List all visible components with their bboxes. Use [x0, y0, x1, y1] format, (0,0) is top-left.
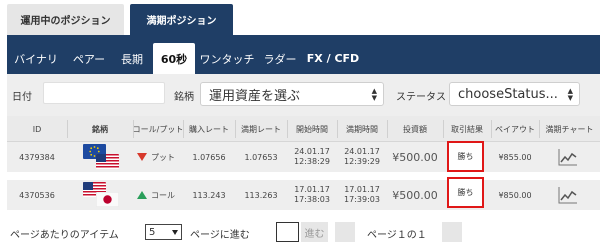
chart-icon[interactable]: [558, 148, 578, 166]
asset-select-value: 運用資産を選ぶ: [209, 88, 301, 104]
start-time: 24.01.17 12:38:29: [287, 142, 337, 172]
nav-pairs[interactable]: ペアー: [67, 43, 111, 74]
direction-cell: プット: [137, 142, 187, 172]
per-page-value: 5: [149, 226, 156, 238]
expiry-date: 24.01.17: [344, 147, 380, 156]
direction-cell: コール: [137, 180, 187, 210]
col-asset: 銘柄: [92, 124, 108, 134]
buy-rate: 113.243: [192, 190, 226, 200]
per-page-select[interactable]: 5: [145, 224, 182, 240]
up-arrow-icon: [137, 191, 147, 199]
date-label: 日付: [12, 92, 32, 103]
row-id: 4379384: [19, 152, 55, 162]
nav-binary[interactable]: バイナリ: [10, 43, 62, 74]
nav-one-touch[interactable]: ワンタッチ: [197, 43, 257, 74]
select-arrows-icon: ▲ ▼: [371, 87, 377, 102]
per-page-label: ページあたりのアイテム: [10, 230, 119, 241]
expiry-date: 17.01.17: [344, 185, 380, 194]
us-flag-icon: [96, 154, 119, 169]
expiry-rate: 1.07653: [244, 152, 278, 162]
expiry-time: 24.01.17 12:39:29: [337, 142, 387, 172]
col-direction: コール/プット: [132, 124, 184, 134]
prev-page-button[interactable]: [335, 222, 355, 242]
nav-long-term[interactable]: 長期: [114, 43, 150, 74]
date-input[interactable]: [43, 82, 165, 104]
table-row: 4379384 プット 1.07656 1.07653 24.01.17 12:…: [7, 141, 600, 172]
start-clock: 17:38:03: [294, 195, 330, 204]
start-time: 17.01.17 17:38:03: [287, 180, 337, 210]
amount: ¥500.00: [392, 150, 438, 164]
direction-text: プット: [151, 152, 175, 162]
start-clock: 12:38:29: [294, 157, 330, 166]
next-page-button[interactable]: [442, 222, 462, 242]
expiry-rate: 113.263: [244, 190, 278, 200]
start-date: 17.01.17: [294, 185, 330, 194]
jp-flag-icon: [96, 192, 119, 207]
col-chart: 満期チャート: [545, 124, 594, 134]
currency-pair: [83, 182, 119, 208]
top-tabs: 運用中のポジション 満期ポジション: [0, 0, 600, 35]
buy-rate: 1.07656: [192, 152, 226, 162]
col-amount: 投資額: [403, 124, 427, 134]
tab-open-positions[interactable]: 運用中のポジション: [7, 4, 124, 35]
nav-fx-cfd[interactable]: FX / CFD: [305, 43, 361, 74]
result-badge: 勝ち: [447, 177, 484, 208]
tab-expired-positions[interactable]: 満期ポジション: [130, 4, 233, 35]
row-id: 4370536: [19, 190, 55, 200]
expiry-clock: 17:39:03: [344, 195, 380, 204]
col-expiry-rate: 満期レート: [241, 124, 281, 134]
payout: ¥850.00: [498, 190, 532, 200]
page-info: ページ１の１: [367, 230, 427, 241]
down-arrow-icon: [137, 153, 147, 161]
status-select-value: chooseStatus...: [458, 86, 558, 102]
currency-pair: [83, 144, 119, 170]
nav-ladder[interactable]: ラダー: [259, 43, 301, 74]
asset-label: 銘柄: [174, 92, 194, 103]
nav-60sec[interactable]: 60秒: [153, 43, 195, 74]
table-row: 4370536 コール 113.243 113.263 17.01.17 17:…: [7, 177, 600, 210]
col-result: 取引結果: [451, 124, 483, 134]
start-date: 24.01.17: [294, 147, 330, 156]
payout: ¥855.00: [498, 152, 532, 162]
asset-select[interactable]: 運用資産を選ぶ ▲ ▼: [200, 82, 384, 106]
goto-label: ページに進む: [190, 230, 250, 241]
col-buy-rate: 購入レート: [189, 124, 229, 134]
option-type-nav: バイナリ ペアー 長期 60秒 ワンタッチ ラダー FX / CFD: [7, 35, 600, 74]
amount: ¥500.00: [392, 188, 438, 202]
col-id: ID: [32, 124, 42, 134]
page-number-input[interactable]: [276, 222, 299, 242]
col-expiry-time: 満期時間: [346, 124, 378, 134]
pagination-bar: ページあたりのアイテム 5 ページに進む 進む ページ１の１: [7, 210, 600, 252]
table-header: ID 銘柄 コール/プット 購入レート 満期レート 開始時間 満期時間 投資額 …: [7, 116, 600, 142]
expiry-clock: 12:39:29: [344, 157, 380, 166]
expiry-time: 17.01.17 17:39:03: [337, 180, 387, 210]
status-select[interactable]: chooseStatus... ▲ ▼: [449, 82, 580, 106]
col-payout: ペイアウト: [495, 124, 535, 134]
chart-icon[interactable]: [558, 186, 578, 204]
status-label: ステータス: [396, 92, 446, 103]
go-button[interactable]: 進む: [301, 222, 328, 242]
direction-text: コール: [151, 190, 175, 200]
dropdown-arrow-icon: [172, 230, 178, 235]
result-badge: 勝ち: [447, 141, 484, 172]
select-arrows-icon: ▲ ▼: [567, 87, 573, 102]
filter-bar: 日付 銘柄 運用資産を選ぶ ▲ ▼ ステータス chooseStatus... ▲…: [7, 74, 600, 116]
col-start-time: 開始時間: [296, 124, 328, 134]
